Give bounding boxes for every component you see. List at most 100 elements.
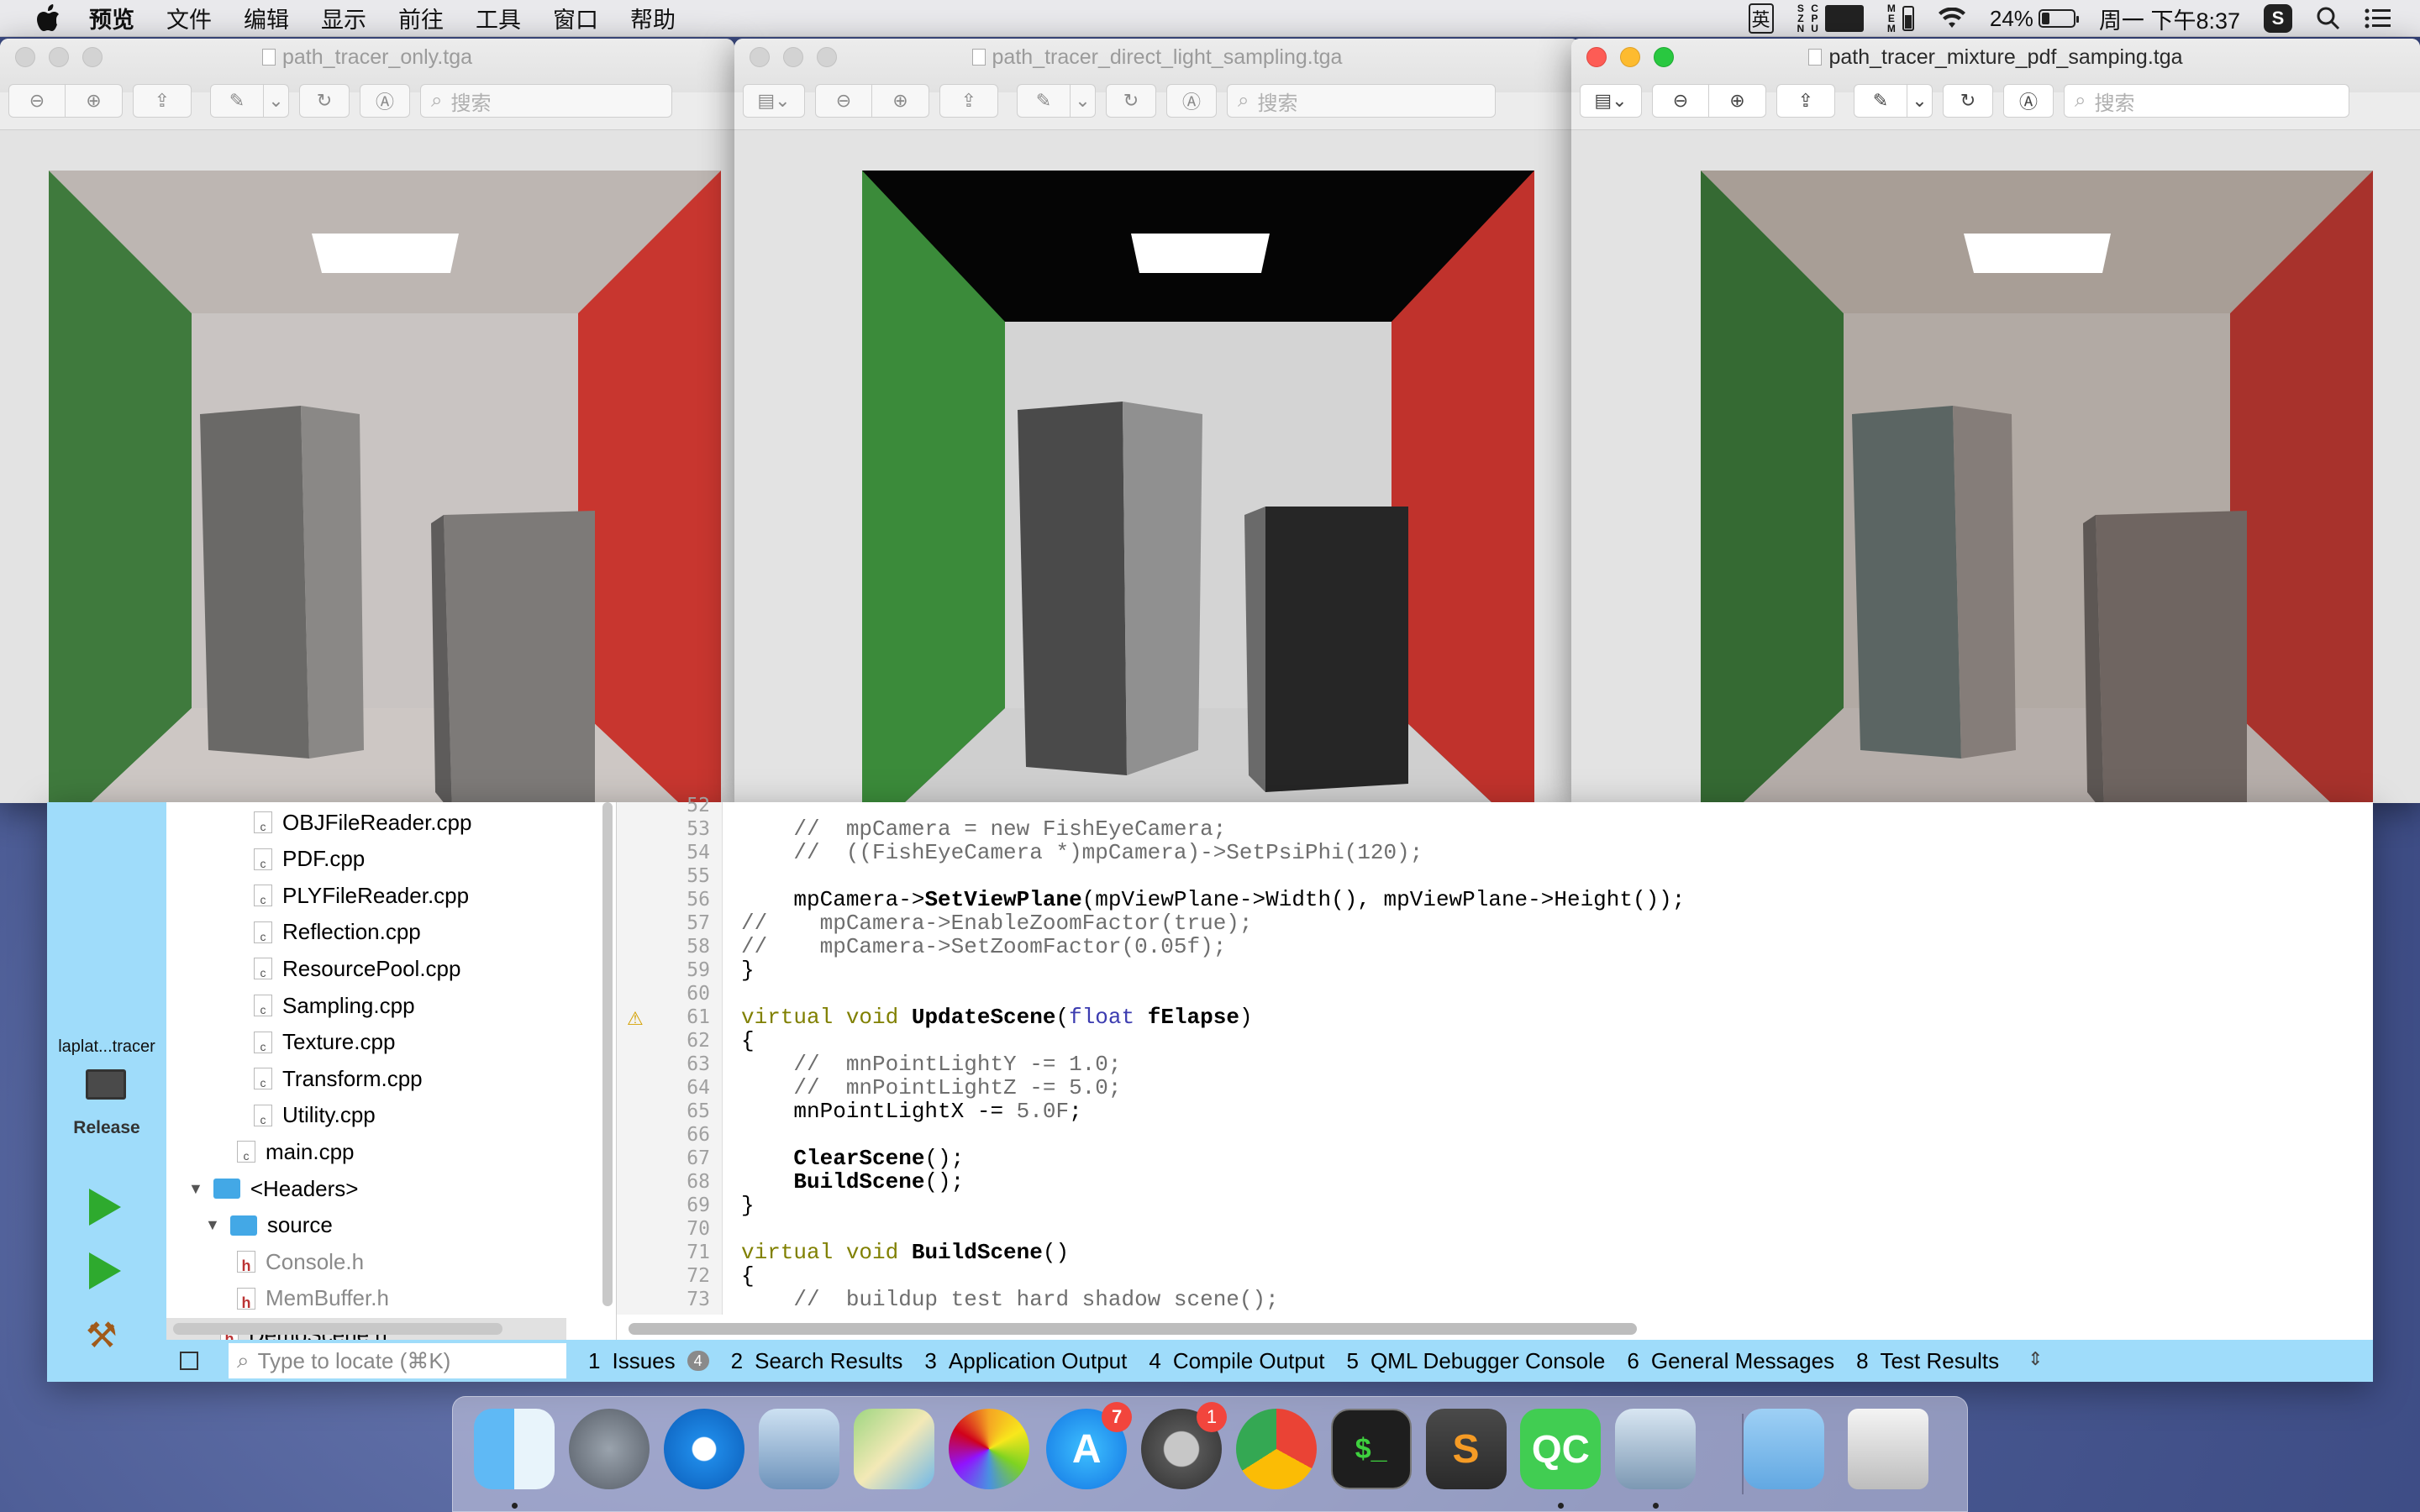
wifi-icon[interactable] [1938,8,1966,29]
markup-pen-button[interactable]: ✎ [1017,84,1071,118]
zoom-in-button[interactable]: ⊕ [66,84,123,118]
tree-item[interactable]: ▼ <Headers> [188,1172,358,1205]
share-button[interactable]: ⇪ [1776,84,1835,118]
rotate-button[interactable]: ↻ [299,84,350,118]
annotate-button[interactable]: Ⓐ [360,84,410,118]
sidebar-toggle-button[interactable]: ▤⌄ [1580,84,1642,118]
search-field[interactable]: ⌕ 搜索 [2064,84,2349,118]
search-field[interactable]: ⌕ 搜索 [420,84,672,118]
preview-icon[interactable] [1615,1409,1697,1489]
search-icon: ⌕ [237,1347,250,1373]
markup-pen-button[interactable]: ✎ [210,84,264,118]
cpu-graph-icon[interactable] [1824,5,1864,32]
zoom-in-button[interactable]: ⊕ [1709,84,1766,118]
rotate-button[interactable]: ↻ [1943,84,1993,118]
output-pane-button[interactable]: 4 Compile Output [1149,1348,1324,1374]
search-field[interactable]: ⌕ 搜索 [1227,84,1496,118]
annotate-button[interactable]: Ⓐ [2003,84,2054,118]
locator-input[interactable]: ⌕ Type to locate (⌘K) [229,1343,566,1378]
monitor-icon[interactable] [86,1069,126,1100]
trash-icon[interactable] [1847,1409,1928,1489]
share-button[interactable]: ⇪ [939,84,998,118]
tree-item[interactable]: c PLYFileReader.cpp [254,879,469,912]
output-pane-button[interactable]: 6 General Messages [1627,1348,1834,1374]
memory-gauge-icon[interactable] [1902,6,1914,31]
annotate-button[interactable]: Ⓐ [1166,84,1217,118]
output-pane-button[interactable]: 1 Issues 4 [588,1348,709,1374]
app-store-icon[interactable]: A7 [1046,1402,1133,1489]
tree-item[interactable]: c Texture.cpp [254,1026,395,1059]
disclosure-triangle-icon[interactable]: ▼ [188,1180,203,1198]
menu-edit[interactable]: 编辑 [244,2,289,34]
tree-item[interactable]: c Sampling.cpp [254,989,415,1022]
toggle-sidebar-icon[interactable] [180,1352,198,1370]
tree-item[interactable]: c Transform.cpp [254,1062,423,1095]
output-pane-button[interactable]: 2 Search Results [731,1348,903,1374]
menu-window[interactable]: 窗口 [553,2,598,34]
qt-creator-icon[interactable]: QC [1520,1409,1602,1489]
menu-help[interactable]: 帮助 [630,2,676,34]
markup-pen-button[interactable]: ✎ [1854,84,1907,118]
run-icon[interactable] [89,1189,121,1226]
system-preferences-icon[interactable]: 1 [1141,1402,1227,1489]
input-method-icon[interactable]: 英 [1748,3,1774,34]
tree-item[interactable]: h MemBuffer.h [237,1282,389,1315]
horizontal-scrollbar[interactable] [173,1323,502,1335]
chevron-down-icon[interactable]: ⌄ [1071,84,1096,118]
chevron-down-icon[interactable]: ⌄ [264,84,289,118]
disclosure-triangle-icon[interactable]: ▼ [205,1216,220,1234]
code-editor[interactable]: 52 53 54 55 56 57 58 59 60 61 62 63 64 65 66 67 68 69 70 71… [617,795,2373,1340]
horizontal-scrollbar[interactable] [629,1323,1637,1335]
vertical-scrollbar[interactable] [602,802,613,1306]
output-pane-button[interactable]: 5 QML Debugger Console [1346,1348,1605,1374]
debug-run-icon[interactable] [89,1252,121,1289]
build-config-label[interactable]: Release [47,1118,166,1138]
sublime-text-icon[interactable]: S [1425,1409,1507,1489]
battery-status[interactable]: 24% [1990,6,2079,32]
finder-icon[interactable] [474,1409,555,1489]
apple-icon[interactable] [32,2,66,35]
tree-item[interactable]: c OBJFileReader.cpp [254,806,471,839]
tree-item[interactable]: c Utility.cpp [254,1099,376,1132]
menu-tools[interactable]: 工具 [476,2,521,34]
tree-item[interactable]: c ResourcePool.cpp [254,952,460,985]
zoom-in-button[interactable]: ⊕ [872,84,929,118]
build-hammer-icon[interactable]: ⚒ [86,1316,124,1355]
share-button[interactable]: ⇪ [133,84,192,118]
tree-item[interactable]: h Console.h [237,1245,364,1278]
tree-item[interactable]: ▼ source [205,1209,333,1242]
zoom-out-button[interactable]: ⊖ [1652,84,1709,118]
photos-icon[interactable] [948,1409,1029,1489]
sublime-menu-icon[interactable]: S [2264,4,2292,33]
sidebar-toggle-button[interactable]: ▤⌄ [743,84,805,118]
chevron-down-icon[interactable]: ⌄ [1907,84,1933,118]
warning-icon[interactable]: ⚠ [627,1008,644,1030]
menu-go[interactable]: 前往 [398,2,444,34]
clock[interactable]: 周一 下午8:37 [2099,3,2240,35]
title-bar[interactable]: path_tracer_only.tga ⊖ ⊕ ⇪ ✎ ⌄ ↻ Ⓐ ⌕ 搜索 [0,39,734,118]
output-pane-button[interactable]: 3 Application Output [924,1348,1127,1374]
menu-file[interactable]: 文件 [166,2,212,34]
chrome-icon[interactable] [1235,1409,1317,1489]
safari-icon[interactable] [664,1409,745,1489]
launchpad-icon[interactable] [569,1409,650,1489]
zoom-out-button[interactable]: ⊖ [8,84,66,118]
downloads-folder-icon[interactable] [1744,1409,1825,1489]
title-bar[interactable]: path_tracer_direct_light_sampling.tga ▤⌄… [734,39,1580,118]
tree-item[interactable]: c PDF.cpp [254,843,365,876]
rotate-button[interactable]: ↻ [1106,84,1156,118]
menu-app-preview[interactable]: 预览 [89,2,134,34]
menu-view[interactable]: 显示 [321,2,366,34]
project-kit-label[interactable]: laplat...tracer [47,1037,166,1057]
spotlight-search-icon[interactable] [2316,6,2341,31]
maps-icon[interactable] [853,1409,934,1489]
title-bar[interactable]: path_tracer_mixture_pdf_samping.tga ▤⌄ ⊖… [1571,39,2420,118]
output-pane-button[interactable]: 8 Test Results [1856,1348,1999,1374]
tree-item[interactable]: c main.cpp [237,1135,355,1168]
notification-center-icon[interactable] [2365,8,2391,29]
terminal-icon[interactable]: $_ [1330,1409,1412,1489]
mail-icon[interactable] [759,1409,839,1489]
pane-chooser-icon[interactable]: ⇕ [2028,1348,2043,1374]
tree-item[interactable]: c Reflection.cpp [254,916,421,949]
zoom-out-button[interactable]: ⊖ [815,84,872,118]
